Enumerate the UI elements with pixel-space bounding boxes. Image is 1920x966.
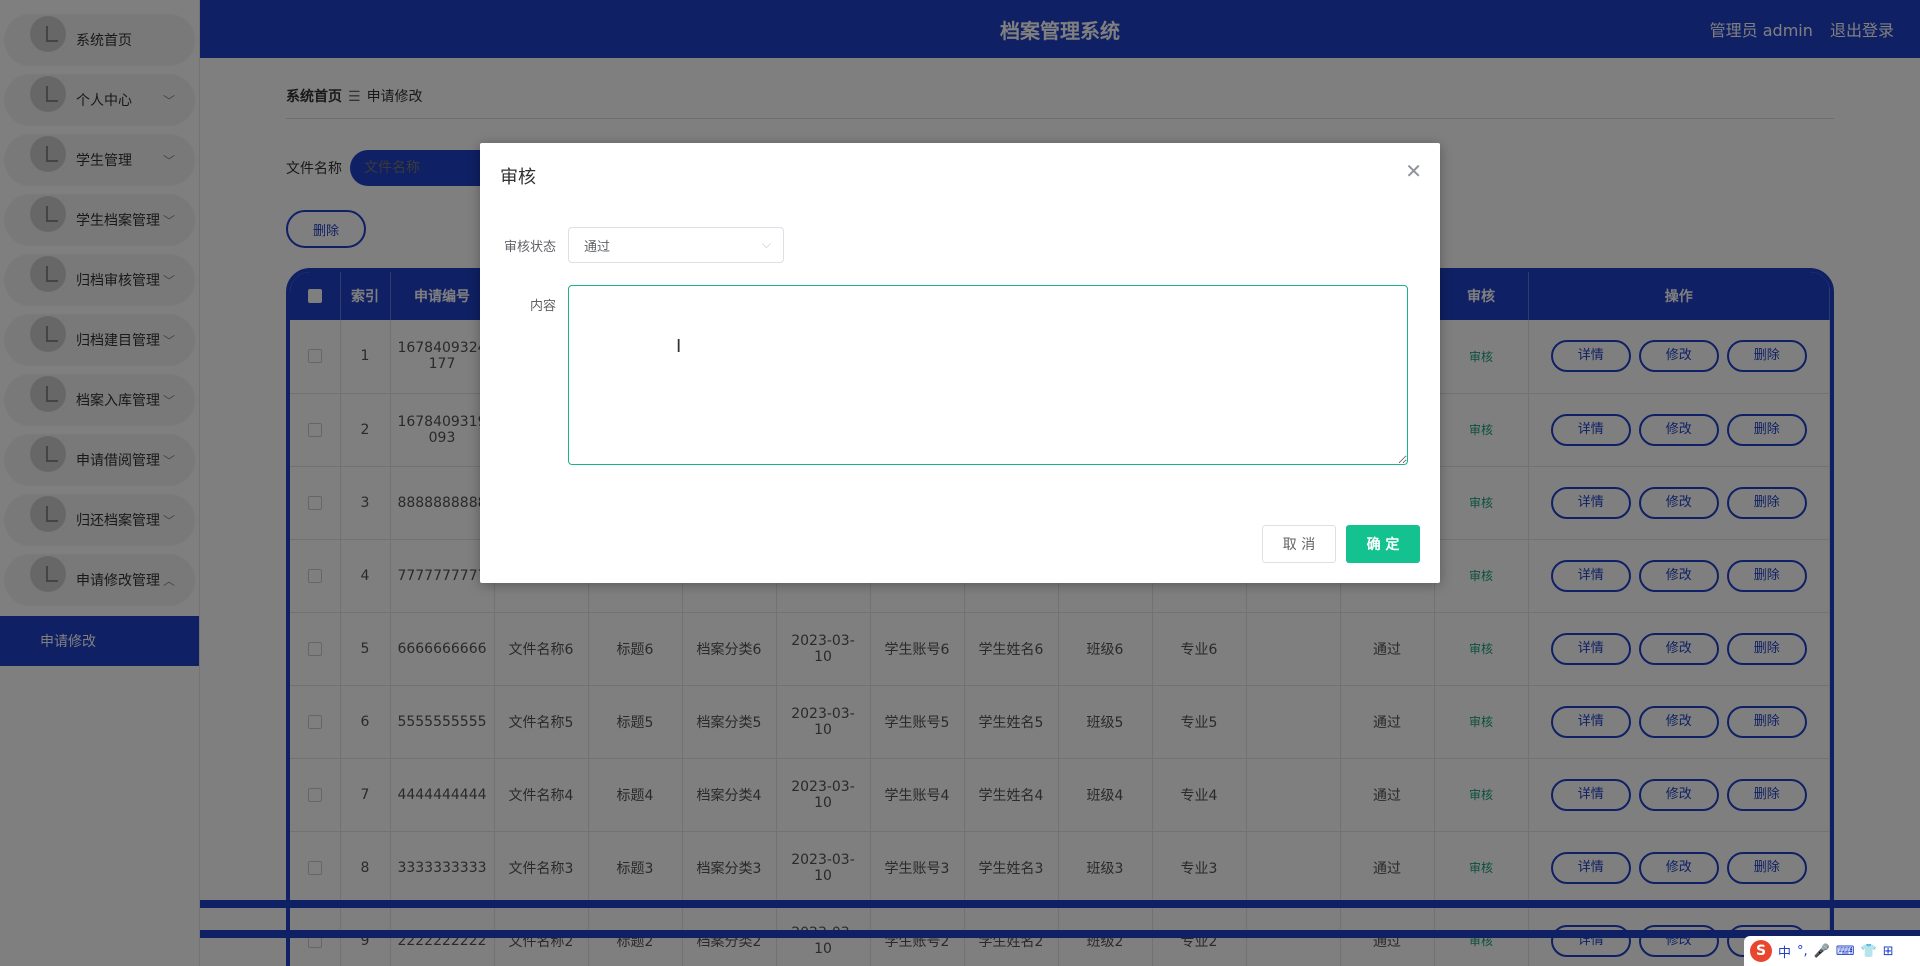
text-cursor-icon: I	[676, 336, 682, 357]
content-textarea[interactable]	[568, 285, 1408, 465]
punctuation-icon[interactable]: °,	[1797, 944, 1808, 959]
confirm-button[interactable]: 确 定	[1346, 525, 1420, 563]
toolbox-icon[interactable]: ⊞	[1883, 944, 1894, 959]
ime-mode[interactable]: 中	[1778, 942, 1791, 961]
status-selected-value: 通过	[584, 239, 611, 255]
audit-dialog: 审核 ✕ 审核状态 通过 ⌵ 内容 取 消 确 定	[480, 143, 1440, 583]
skin-icon[interactable]: 👕	[1861, 944, 1877, 959]
cancel-button[interactable]: 取 消	[1262, 525, 1336, 563]
keyboard-icon[interactable]: ⌨	[1836, 944, 1855, 959]
ime-toolbar: S 中 °, 🎤 ⌨ 👕 ⊞	[1744, 936, 1920, 966]
content-label: 内容	[529, 299, 556, 314]
chevron-down-icon: ⌵	[761, 237, 771, 251]
microphone-icon[interactable]: 🎤	[1814, 944, 1830, 959]
close-icon[interactable]: ✕	[1405, 161, 1422, 181]
status-label: 审核状态	[503, 239, 556, 255]
sogou-logo-icon[interactable]: S	[1750, 940, 1772, 962]
content-row: 内容	[480, 285, 1408, 465]
status-select[interactable]: 通过 ⌵	[568, 227, 784, 263]
dialog-footer: 取 消 确 定	[1262, 525, 1420, 563]
status-row: 审核状态 通过 ⌵	[480, 227, 784, 263]
dialog-title: 审核	[500, 167, 536, 188]
